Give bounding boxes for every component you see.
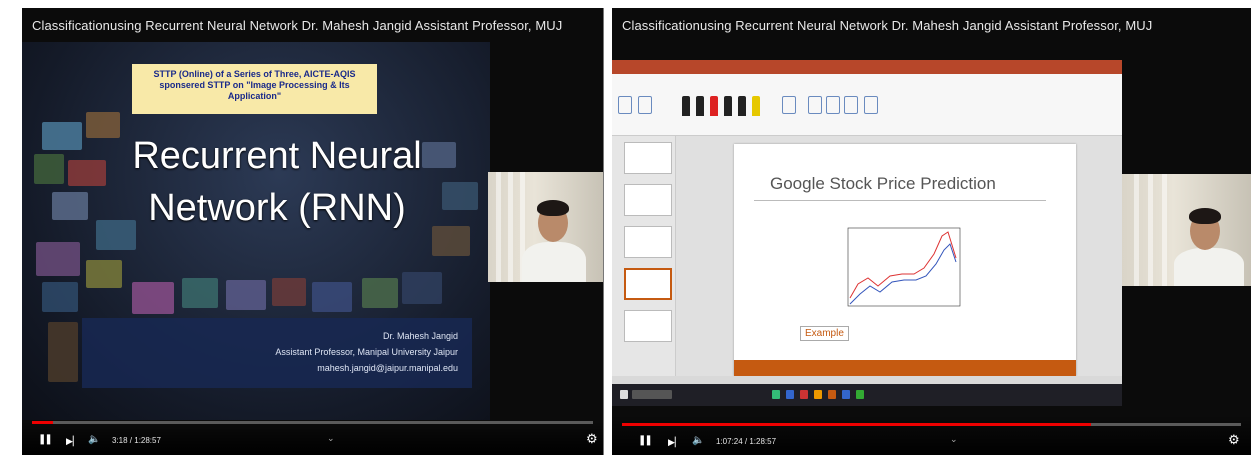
author-role: Assistant Professor, Manipal University … [275,347,458,357]
window-blind [1162,174,1167,286]
slide-heading-line1: Recurrent Neural [132,135,422,177]
volume-icon[interactable]: 🔈 [88,433,100,447]
slide-heading-line2: Network (RNN) [148,187,406,229]
powerpoint-window: Google Stock Price Prediction Example [612,60,1122,406]
pen-icon [696,96,704,116]
slide-thumbnails [612,136,676,376]
ribbon-icon [826,96,840,114]
author-email: mahesh.jangid@jaipur.manipal.edu [317,363,458,373]
video-title[interactable]: Classificationusing Recurrent Neural Net… [32,18,562,33]
windows-taskbar [612,384,1122,406]
progress-bar[interactable] [32,421,593,424]
left-video-player[interactable]: Classificationusing Recurrent Neural Net… [22,8,604,455]
app-icon [772,390,780,399]
slide-thumbnail[interactable] [624,142,672,174]
collage-tile [48,322,78,382]
pen-icon [738,96,746,116]
pen-icon [710,96,718,116]
heading-rule [754,200,1046,201]
next-icon[interactable]: ▶▏ [66,434,80,448]
app-icon [814,390,822,399]
app-icon [856,390,864,399]
window-blind [1148,174,1153,286]
sttp-banner: STTP (Online) of a Series of Three, AICT… [132,64,377,114]
collage-tile [132,282,174,314]
slide-thumbnail[interactable] [624,184,672,216]
collage-tile [182,278,218,308]
right-video-player[interactable]: Classificationusing Recurrent Neural Net… [612,8,1251,455]
slide-thumbnail-active[interactable] [624,268,672,300]
collage-tile [272,278,306,306]
settings-icon[interactable]: ⚙ [586,432,598,446]
lecture-slide: STTP (Online) of a Series of Three, AICT… [22,42,490,420]
player-controls: ❚❚ ▶▏ 🔈 1:07:24 / 1:28:57 ⌄ ⚙ [612,415,1251,455]
slide-thumbnail[interactable] [624,310,672,342]
time-display: 3:18 / 1:28:57 [112,436,161,445]
pen-icon [682,96,690,116]
ribbon-icon [844,96,858,114]
ppt-statusbar [612,376,1122,384]
start-icon [620,390,628,399]
stock-plot-image [838,218,968,318]
current-slide: Google Stock Price Prediction Example [734,144,1076,376]
window-blind [1134,174,1139,286]
pen-icon [724,96,732,116]
slide-footer-bar [734,360,1076,376]
next-icon[interactable]: ▶▏ [668,435,682,449]
ribbon-icon [618,96,632,114]
progress-fill [622,423,1092,426]
player-controls: ❚❚ ▶▏ 🔈 3:18 / 1:28:57 ⌄ ⚙ [22,421,603,455]
app-icon [800,390,808,399]
slide-heading: Google Stock Price Prediction [770,174,996,193]
ppt-ribbon [612,74,1122,136]
search-box [632,390,672,399]
progress-fill [32,421,53,424]
author-box: Dr. Mahesh Jangid Assistant Professor, M… [82,318,472,388]
ribbon-icon [638,96,652,114]
time-display: 1:07:24 / 1:28:57 [716,437,777,446]
collage-tile [226,280,266,310]
ppt-titlebar [612,60,1122,74]
collage-tile [42,282,78,312]
ribbon-icon [782,96,796,114]
slide-canvas: Google Stock Price Prediction Example [676,136,1122,376]
chevron-down-icon[interactable]: ⌄ [950,434,958,445]
collage-tile [34,154,64,184]
author-name: Dr. Mahesh Jangid [382,331,458,341]
video-title[interactable]: Classificationusing Recurrent Neural Net… [622,18,1152,33]
example-label: Example [800,326,849,341]
slide-thumbnail[interactable] [624,226,672,258]
pause-icon[interactable]: ❚❚ [38,433,53,447]
app-icon [786,390,794,399]
window-blind [496,172,501,282]
volume-icon[interactable]: 🔈 [692,434,704,448]
ribbon-icon [864,96,878,114]
collage-tile [36,242,80,276]
presenter-webcam [1122,174,1251,286]
window-blind [508,172,513,282]
settings-icon[interactable]: ⚙ [1228,433,1240,447]
collage-tile [402,272,442,304]
app-icon [828,390,836,399]
collage-tile [312,282,352,312]
slide-heading: Recurrent Neural Network (RNN) [82,130,472,234]
progress-bar[interactable] [622,423,1241,426]
collage-tile [86,260,122,288]
pause-icon[interactable]: ❚❚ [638,434,653,448]
ribbon-icon [808,96,822,114]
collage-tile [362,278,398,308]
presenter-webcam [488,172,603,282]
chevron-down-icon[interactable]: ⌄ [327,433,335,444]
pen-icon [752,96,760,116]
collage-tile [42,122,82,150]
app-icon [842,390,850,399]
